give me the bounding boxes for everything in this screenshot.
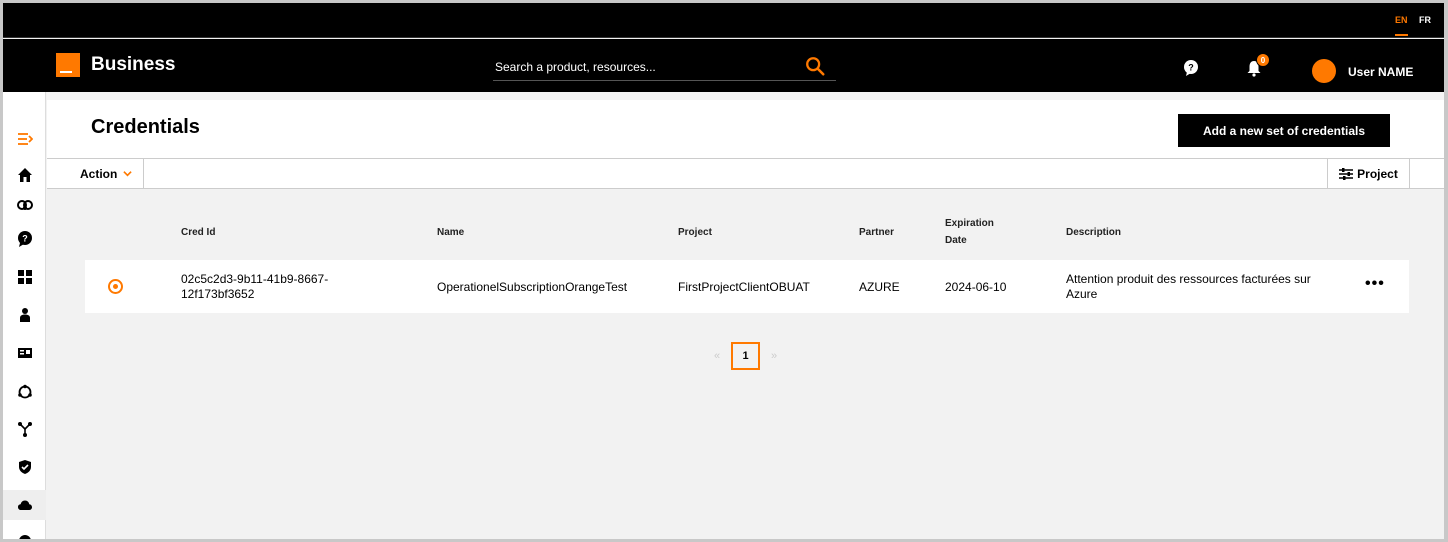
action-bar: Action Project <box>47 158 1444 189</box>
svg-text:?: ? <box>1188 63 1194 73</box>
row-more-icon[interactable]: ••• <box>1365 275 1385 293</box>
dashboard-icon[interactable] <box>3 262 46 292</box>
user-icon[interactable] <box>3 300 46 330</box>
table-row[interactable]: 02c5c2d3-9b11-41b9-8667-12f173bf3652 Ope… <box>85 260 1409 313</box>
project-label: Project <box>1357 166 1398 181</box>
cell-partner: AZURE <box>859 280 900 294</box>
orange-logo[interactable] <box>56 53 80 77</box>
col-name[interactable]: Name <box>437 224 464 241</box>
next-page-button[interactable]: » <box>760 350 788 362</box>
cell-name: OperationelSubscriptionOrangeTest <box>437 280 628 294</box>
id-card-icon[interactable] <box>3 338 46 368</box>
col-project[interactable]: Project <box>678 224 712 241</box>
notification-badge: 0 <box>1256 53 1270 67</box>
top-header: Business Search a product, resources... … <box>3 39 1444 92</box>
shield-icon[interactable] <box>3 452 46 482</box>
cloud-icon[interactable] <box>3 490 46 520</box>
catalog-icon[interactable] <box>3 190 46 220</box>
cell-cred-id: 02c5c2d3-9b11-41b9-8667-12f173bf3652 <box>181 272 329 301</box>
search-icon[interactable] <box>804 55 826 77</box>
filter-sliders-icon <box>1339 167 1354 180</box>
search-box[interactable]: Search a product, resources... <box>493 53 836 81</box>
page-number-current[interactable]: 1 <box>731 342 760 370</box>
col-cred-id[interactable]: Cred Id <box>181 224 215 241</box>
cell-expiration: 2024-06-10 <box>945 280 1007 294</box>
pagination: « 1 » <box>703 342 788 370</box>
support-icon[interactable]: ? <box>3 224 46 254</box>
title-bar: Credentials Add a new set of credentials <box>47 92 1444 158</box>
project-filter-button[interactable]: Project <box>1327 159 1410 188</box>
action-label: Action <box>80 166 118 181</box>
avatar[interactable] <box>1312 59 1336 83</box>
page-title: Credentials <box>91 116 200 138</box>
lang-fr[interactable]: FR <box>1419 15 1431 25</box>
col-expiration-date[interactable]: Expiration Date <box>945 215 1005 249</box>
prev-page-button[interactable]: « <box>703 350 731 362</box>
table-header: Cred Id Name Project Partner Expiration … <box>85 208 1409 258</box>
chevron-down-icon <box>123 171 133 177</box>
cycle-icon[interactable] <box>3 377 46 407</box>
col-description[interactable]: Description <box>1066 224 1121 241</box>
cell-description: Attention produit des ressources facturé… <box>1066 272 1311 301</box>
search-input[interactable]: Search a product, resources... <box>495 60 656 74</box>
action-dropdown[interactable]: Action <box>47 159 144 188</box>
lang-en[interactable]: EN <box>1395 15 1408 36</box>
user-name[interactable]: User NAME <box>1348 65 1413 79</box>
menu-toggle-icon[interactable] <box>3 124 46 154</box>
network-icon[interactable] <box>3 414 46 444</box>
help-icon[interactable]: ? <box>1183 60 1199 76</box>
home-icon[interactable] <box>3 160 46 190</box>
cell-project: FirstProjectClientOBUAT <box>678 280 810 294</box>
svg-text:?: ? <box>22 234 28 244</box>
brand-name[interactable]: Business <box>91 54 175 76</box>
app-frame: EN FR Business Search a product, resourc… <box>3 3 1444 539</box>
more-apps-icon[interactable] <box>3 524 46 539</box>
language-bar: EN FR <box>3 3 1444 38</box>
col-partner[interactable]: Partner <box>859 224 894 241</box>
sidebar: ? <box>3 92 46 539</box>
add-credentials-button[interactable]: Add a new set of credentials <box>1178 114 1390 147</box>
row-radio[interactable] <box>108 279 123 294</box>
